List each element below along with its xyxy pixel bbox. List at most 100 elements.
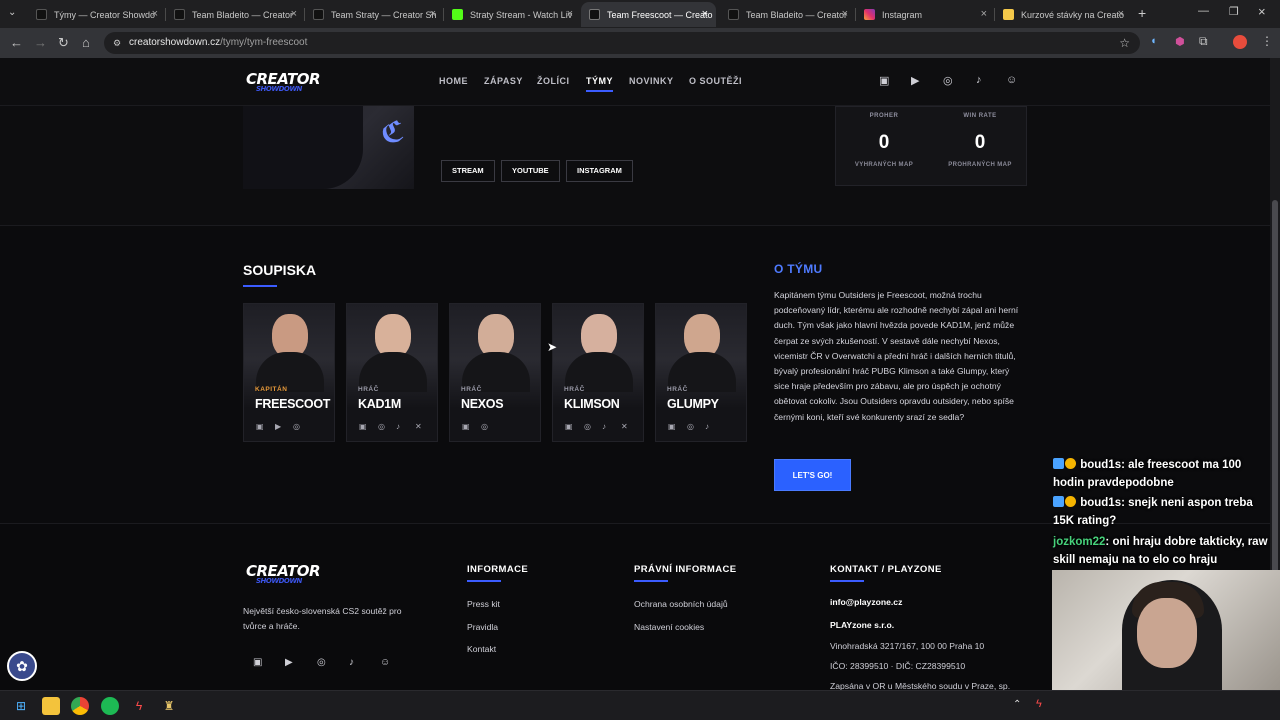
nav-o-soutezi[interactable]: O SOUTĚŽI <box>689 76 742 86</box>
footer-link-press-kit[interactable]: Press kit <box>467 599 500 609</box>
nav-home[interactable]: HOME <box>439 76 468 86</box>
forward-arrow-icon[interactable]: → <box>34 35 47 50</box>
browser-tab[interactable]: Kurzové stávky na Creato × <box>995 2 1132 27</box>
browser-tab[interactable]: Team Straty — Creator Sh × <box>305 2 444 27</box>
spotify-icon[interactable] <box>101 697 119 715</box>
browser-tab-active[interactable]: Team Freescoot — Creato × <box>581 2 716 27</box>
twitch-icon[interactable]: ▣ <box>359 422 367 431</box>
discord-icon[interactable]: ☺ <box>1006 74 1017 86</box>
browser-tab[interactable]: Team Bladeito — Creator × <box>720 2 856 27</box>
kick-favicon-icon <box>452 9 463 20</box>
tiktok-icon[interactable]: ♪ <box>602 422 606 431</box>
lets-go-button[interactable]: LET'S GO! <box>774 459 851 491</box>
instagram-icon[interactable]: ◎ <box>481 422 488 431</box>
bookmark-star-icon[interactable]: ☆ <box>1119 32 1130 54</box>
close-icon[interactable]: × <box>430 8 436 20</box>
tray-lightning-icon[interactable]: ϟ <box>1036 698 1042 710</box>
home-icon[interactable]: ⌂ <box>82 35 90 50</box>
nav-tymy[interactable]: TÝMY <box>586 76 614 92</box>
new-tab-plus-icon[interactable]: + <box>1138 5 1146 21</box>
player-card[interactable]: HRÁČ KLIMSON ▣ ◎ ♪ ✕ <box>552 303 644 442</box>
instagram-icon[interactable]: ◎ <box>378 422 385 431</box>
chrome-icon[interactable] <box>71 697 89 715</box>
tab-title: Team Freescoot — Creato <box>607 9 713 20</box>
lightning-app-icon[interactable]: ϟ <box>130 697 148 715</box>
footer-logo[interactable]: CREATOR SHOWDOWN <box>246 562 321 585</box>
instagram-button[interactable]: INSTAGRAM <box>566 160 633 182</box>
profile-avatar[interactable] <box>1233 35 1247 49</box>
footer-link-privacy[interactable]: Ochrana osobních údajů <box>634 599 728 609</box>
browser-tab[interactable]: Straty Stream - Watch Liv × <box>444 2 581 27</box>
footer-info-title: INFORMACE <box>467 564 529 575</box>
twitch-icon[interactable]: ▣ <box>879 74 889 87</box>
youtube-icon[interactable]: ▶ <box>275 422 281 431</box>
twitch-icon[interactable]: ▣ <box>565 422 573 431</box>
shield-extension-icon[interactable]: ⬢ <box>1175 35 1185 48</box>
close-icon[interactable]: × <box>842 8 848 20</box>
stream-button[interactable]: STREAM <box>441 160 495 182</box>
footer-link-kontakt[interactable]: Kontakt <box>467 644 496 654</box>
player-card[interactable]: HRÁČ NEXOS ▣ ◎ <box>449 303 541 442</box>
tiktok-icon[interactable]: ♪ <box>396 422 400 431</box>
cookie-settings-icon[interactable]: ✿ <box>7 651 37 681</box>
twitch-icon[interactable]: ▣ <box>668 422 676 431</box>
instagram-icon[interactable]: ◎ <box>687 422 694 431</box>
team-logo-icon: ℭ <box>378 115 407 150</box>
site-logo[interactable]: CREATOR SHOWDOWN <box>246 70 321 93</box>
url-path: /tymy/tym-freescoot <box>220 37 308 48</box>
browser-tab[interactable]: Team Bladeito — Creator × <box>166 2 305 27</box>
youtube-button[interactable]: YOUTUBE <box>501 160 560 182</box>
x-icon[interactable]: ✕ <box>621 422 628 431</box>
about-title: O TÝMU <box>774 262 823 276</box>
tiktok-icon[interactable]: ♪ <box>976 74 982 86</box>
nav-novinky[interactable]: NOVINKY <box>629 76 674 86</box>
close-window-icon[interactable]: × <box>1258 4 1266 19</box>
twitch-icon[interactable]: ▣ <box>253 657 262 668</box>
youtube-icon[interactable]: ▶ <box>911 74 919 87</box>
game-app-icon[interactable]: ♜ <box>160 697 178 715</box>
tiktok-icon[interactable]: ♪ <box>349 657 354 668</box>
tab-search-chevron-icon[interactable]: ⌄ <box>8 7 16 18</box>
file-explorer-icon[interactable] <box>42 697 60 715</box>
browser-tab[interactable]: Týmy — Creator Showdo × <box>28 2 166 27</box>
contact-email-link[interactable]: info@playzone.cz <box>830 597 902 607</box>
minimize-window-icon[interactable]: — <box>1198 5 1209 17</box>
close-icon[interactable]: × <box>1118 8 1124 20</box>
player-card[interactable]: HRÁČ KAD1M ▣ ◎ ♪ ✕ <box>346 303 438 442</box>
player-card[interactable]: KAPITÁN FREESCOOT ▣ ▶ ◎ <box>243 303 335 442</box>
instagram-icon[interactable]: ◎ <box>943 74 953 87</box>
nav-zapasy[interactable]: ZÁPASY <box>484 76 523 86</box>
address-bar[interactable]: ⚙ creatorshowdown.cz/tymy/tym-freescoot … <box>104 32 1140 54</box>
close-icon[interactable]: × <box>702 8 708 20</box>
browser-tab[interactable]: Instagram × <box>856 2 995 27</box>
twitch-icon[interactable]: ▣ <box>256 422 264 431</box>
instagram-icon[interactable]: ◎ <box>317 657 326 668</box>
player-card[interactable]: HRÁČ GLUMPY ▣ ◎ ♪ <box>655 303 747 442</box>
close-icon[interactable]: × <box>291 8 297 20</box>
extensions-puzzle-icon[interactable]: ⧉ <box>1199 34 1208 49</box>
restore-window-icon[interactable]: ❐ <box>1229 5 1239 18</box>
extension-icon[interactable]: ◖ <box>1150 35 1157 47</box>
reload-icon[interactable]: ↻ <box>58 35 69 51</box>
close-icon[interactable]: × <box>152 8 158 20</box>
discord-icon[interactable]: ☺ <box>380 657 390 668</box>
twitch-icon[interactable]: ▣ <box>462 422 470 431</box>
close-icon[interactable]: × <box>567 8 573 20</box>
youtube-icon[interactable]: ▶ <box>285 657 293 668</box>
footer-tagline: Největší česko-slovenská CS2 soutěž pro … <box>243 606 402 631</box>
footer-link-cookies[interactable]: Nastavení cookies <box>634 622 704 632</box>
footer-link-pravidla[interactable]: Pravidla <box>467 622 498 632</box>
tray-chevron-up-icon[interactable]: ⌃ <box>1013 699 1021 710</box>
back-arrow-icon[interactable]: ← <box>10 35 23 50</box>
tiktok-icon[interactable]: ♪ <box>705 422 709 431</box>
browser-menu-icon[interactable]: ⋮ <box>1261 34 1273 48</box>
instagram-favicon-icon <box>864 9 875 20</box>
instagram-icon[interactable]: ◎ <box>584 422 591 431</box>
site-info-icon[interactable]: ⚙ <box>113 32 121 54</box>
about-text: Kapitánem týmu Outsiders je Freescoot, m… <box>774 290 1019 422</box>
nav-zolici[interactable]: ŽOLÍCI <box>537 76 570 86</box>
x-icon[interactable]: ✕ <box>415 422 422 431</box>
windows-start-icon[interactable]: ⊞ <box>12 697 30 715</box>
instagram-icon[interactable]: ◎ <box>293 422 300 431</box>
close-icon[interactable]: × <box>981 8 987 20</box>
